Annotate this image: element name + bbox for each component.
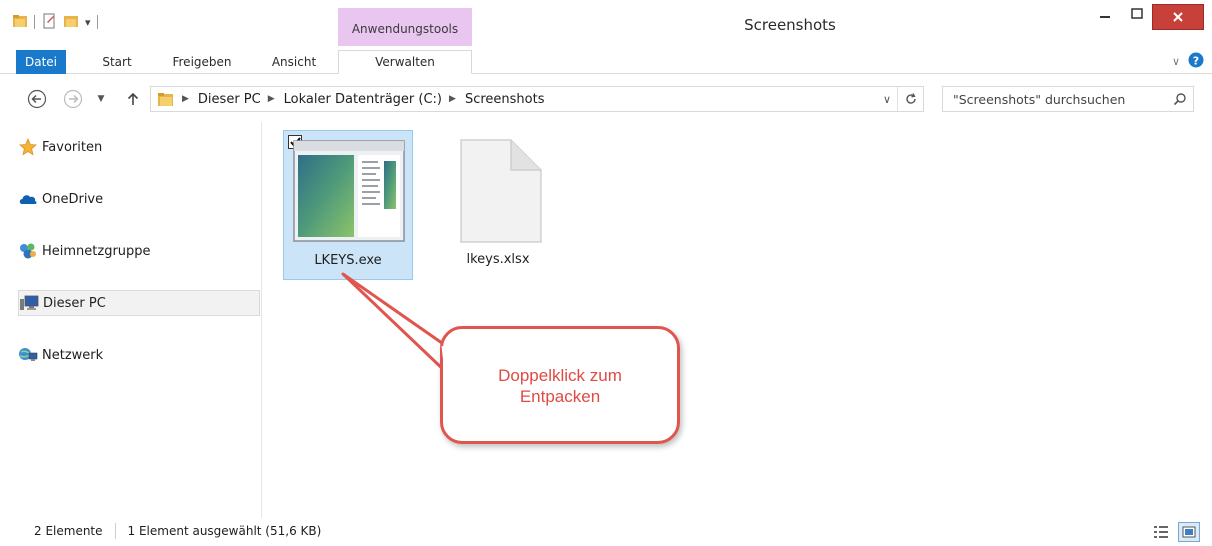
nav-item-onedrive[interactable]: OneDrive — [18, 186, 260, 212]
ribbon-tabs: Datei Start Freigeben Ansicht Verwalten … — [0, 46, 1212, 74]
maximize-button[interactable] — [1121, 0, 1153, 28]
file-name: lkeys.xlsx — [466, 252, 530, 267]
close-button[interactable] — [1152, 4, 1204, 30]
recent-locations-button[interactable]: ▼ — [94, 88, 108, 110]
window-title: Screenshots — [744, 16, 836, 34]
file-name: LKEYS.exe — [314, 253, 382, 268]
nav-item-label: Netzwerk — [42, 347, 104, 363]
breadcrumb-separator-icon[interactable]: ▶ — [268, 94, 275, 104]
tab-ansicht[interactable]: Ansicht — [262, 50, 326, 74]
refresh-icon[interactable] — [897, 87, 923, 111]
ribbon-controls: ∨ ? — [1172, 52, 1204, 71]
folder-icon — [157, 91, 175, 107]
address-row: ▼ ▶ Dieser PC ▶ Lokaler Datenträger (C:)… — [0, 82, 1212, 116]
callout-line-1: Doppelklick zum — [498, 366, 622, 385]
details-view-icon — [1154, 526, 1168, 538]
navigation-pane: Favoriten OneDrive Heimnetzgruppe Dieser… — [0, 122, 262, 518]
help-icon[interactable]: ? — [1188, 52, 1204, 71]
address-history-chevron-icon[interactable]: ∨ — [877, 93, 897, 106]
expand-ribbon-icon[interactable]: ∨ — [1172, 55, 1180, 68]
nav-item-label: Dieser PC — [43, 295, 106, 311]
large-icons-view-button[interactable] — [1178, 522, 1200, 542]
minimize-button[interactable] — [1089, 0, 1121, 28]
context-tab-group: Anwendungstools — [338, 8, 472, 46]
svg-text:?: ? — [1193, 55, 1199, 68]
breadcrumb-local-disk[interactable]: Lokaler Datenträger (C:) — [284, 92, 442, 107]
breadcrumb-screenshots[interactable]: Screenshots — [465, 92, 545, 107]
folder-icon[interactable] — [12, 13, 28, 32]
back-button[interactable] — [26, 88, 48, 110]
status-info: 2 Elemente 1 Element ausgewählt (51,6 KB… — [34, 523, 321, 539]
tab-datei[interactable]: Datei — [16, 50, 66, 74]
callout-text: Doppelklick zum Entpacken — [443, 365, 677, 407]
nav-item-favoriten[interactable]: Favoriten — [18, 134, 260, 160]
close-icon — [1173, 12, 1183, 22]
chevron-down-icon: ▼ — [97, 94, 105, 104]
up-button[interactable] — [122, 88, 144, 110]
cloud-icon — [18, 190, 38, 208]
breadcrumb-dieser-pc[interactable]: Dieser PC — [198, 92, 261, 107]
network-icon — [18, 346, 38, 364]
large-icons-view-icon — [1182, 526, 1196, 538]
file-list: LKEYS.exe lkeys.xlsx — [263, 122, 1212, 518]
details-view-button[interactable] — [1150, 522, 1172, 542]
status-divider — [114, 523, 116, 539]
computer-icon — [19, 294, 39, 312]
toolbar-separator — [96, 15, 98, 29]
breadcrumb-separator-icon[interactable]: ▶ — [182, 94, 189, 104]
callout-bubble: Doppelklick zum Entpacken — [440, 326, 680, 444]
title-bar: ▾ Anwendungstools Screenshots — [0, 0, 1212, 46]
customize-toolbar-icon[interactable]: ▾ — [85, 16, 91, 29]
file-item-lkeys-xlsx[interactable]: lkeys.xlsx — [433, 130, 563, 280]
search-box[interactable] — [942, 86, 1194, 112]
breadcrumb-separator-icon[interactable]: ▶ — [449, 94, 456, 104]
context-tab-group-label: Anwendungstools — [351, 22, 459, 36]
search-icon[interactable] — [1173, 92, 1187, 109]
nav-item-netzwerk[interactable]: Netzwerk — [18, 342, 260, 368]
file-item-lkeys-exe[interactable]: LKEYS.exe — [283, 130, 413, 280]
forward-arrow-icon — [63, 89, 83, 109]
quick-access-toolbar: ▾ — [12, 12, 98, 32]
status-bar: 2 Elemente 1 Element ausgewählt (51,6 KB… — [0, 518, 1212, 546]
nav-item-label: Favoriten — [42, 139, 103, 155]
nav-item-dieser-pc[interactable]: Dieser PC — [18, 290, 260, 316]
star-icon — [18, 138, 38, 156]
search-input[interactable] — [953, 90, 1163, 108]
forward-button[interactable] — [62, 88, 84, 110]
properties-icon[interactable] — [41, 13, 57, 32]
application-thumbnail — [292, 137, 406, 245]
selection-info: 1 Element ausgewählt (51,6 KB) — [127, 524, 322, 538]
nav-item-label: OneDrive — [42, 191, 104, 207]
nav-item-heimnetzgruppe[interactable]: Heimnetzgruppe — [18, 238, 260, 264]
tab-start[interactable]: Start — [92, 50, 142, 74]
item-count: 2 Elemente — [34, 524, 103, 538]
tab-verwalten[interactable]: Verwalten — [338, 50, 472, 74]
toolbar-separator — [34, 15, 35, 29]
homegroup-icon — [18, 242, 38, 260]
up-arrow-icon — [127, 92, 139, 105]
back-arrow-icon — [27, 89, 47, 109]
tab-freigeben[interactable]: Freigeben — [160, 50, 244, 74]
nav-item-label: Heimnetzgruppe — [42, 243, 151, 259]
address-bar-controls: ∨ — [877, 87, 923, 111]
callout-line-2: Entpacken — [519, 387, 601, 406]
new-folder-icon[interactable] — [63, 13, 79, 32]
address-bar[interactable]: ▶ Dieser PC ▶ Lokaler Datenträger (C:) ▶… — [150, 86, 924, 112]
blank-document-icon — [441, 136, 555, 244]
